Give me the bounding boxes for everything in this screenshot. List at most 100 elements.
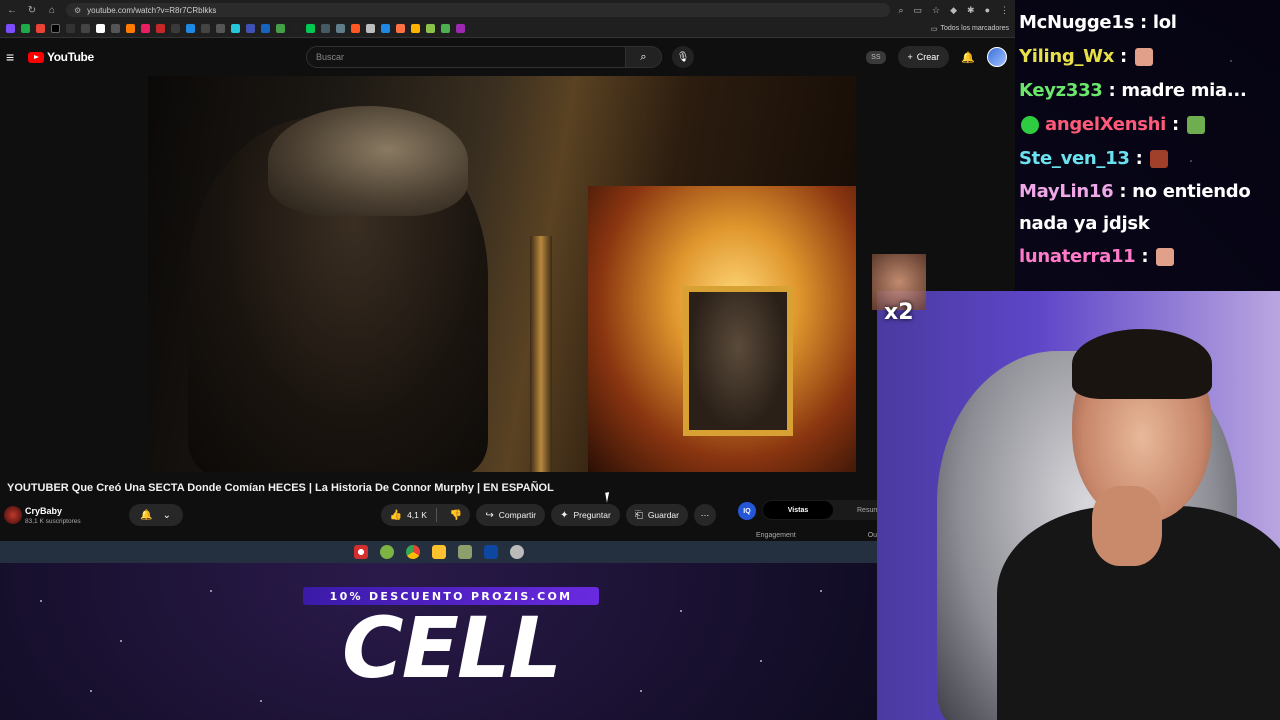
bookmark-icon[interactable] bbox=[126, 24, 135, 33]
chat-username: MayLin16 bbox=[1019, 181, 1114, 202]
bell-icon: 🔔 bbox=[140, 509, 153, 521]
ask-button[interactable]: ✦ Preguntar bbox=[551, 504, 620, 526]
bookmark-icon[interactable] bbox=[366, 24, 375, 33]
share-icon: ↪ bbox=[485, 509, 494, 521]
bookmark-icon[interactable] bbox=[321, 24, 330, 33]
ss-badge[interactable]: SS bbox=[866, 50, 886, 64]
bookmark-icon[interactable] bbox=[81, 24, 90, 33]
save-button[interactable]: ⎗ Guardar bbox=[625, 504, 688, 526]
bookmark-icon[interactable] bbox=[306, 24, 315, 33]
bookmark-icon[interactable] bbox=[66, 24, 75, 33]
account-avatar[interactable] bbox=[987, 47, 1007, 67]
bookmark-icon[interactable] bbox=[201, 24, 210, 33]
tab-resumen[interactable]: Resum bbox=[857, 507, 879, 514]
bookmark-star-icon[interactable]: ☆ bbox=[932, 5, 940, 16]
sponsor-logo: CELL bbox=[341, 599, 562, 697]
sparkle-icon: ✦ bbox=[560, 509, 569, 521]
channel-avatar[interactable] bbox=[4, 506, 22, 524]
video-frame-pillar bbox=[530, 236, 552, 472]
home-icon[interactable]: ⌂ bbox=[46, 5, 58, 16]
more-actions-button[interactable]: ⋯ bbox=[694, 504, 716, 526]
video-frame-cap bbox=[268, 106, 468, 216]
bookmark-icon[interactable] bbox=[51, 24, 60, 33]
search-input[interactable] bbox=[316, 52, 625, 62]
bookmarks-bar: ▭ Todos los marcadores bbox=[0, 20, 1015, 38]
taskbar bbox=[0, 541, 878, 563]
folder-icon[interactable] bbox=[432, 545, 446, 559]
share-button[interactable]: ↪ Compartir bbox=[476, 504, 546, 526]
bookmark-icon[interactable] bbox=[381, 24, 390, 33]
bookmark-icon[interactable] bbox=[141, 24, 150, 33]
bookmark-icon[interactable] bbox=[21, 24, 30, 33]
bookmark-icon[interactable] bbox=[96, 24, 105, 33]
chat-message: Keyz333 : madre mia... bbox=[1019, 74, 1276, 108]
bookmark-icon[interactable] bbox=[441, 24, 450, 33]
bookmark-icon[interactable] bbox=[396, 24, 405, 33]
like-icon[interactable]: 👍 bbox=[390, 510, 402, 521]
reload-icon[interactable]: ↻ bbox=[26, 5, 38, 16]
bookmark-icon[interactable] bbox=[276, 24, 285, 33]
address-bar: ← ↻ ⌂ ⚙ youtube.com/watch?v=R8r7CRblkks … bbox=[0, 0, 1015, 20]
streamer-hair bbox=[1072, 329, 1212, 399]
header-actions: SS + Crear 🔔 bbox=[866, 46, 1007, 68]
extensions-puzzle-icon[interactable]: ✱ bbox=[967, 5, 975, 16]
like-dislike-group: 👍 4,1 K 👎 bbox=[380, 504, 471, 526]
youtube-header: ≡ YouTube ⌕ 🎙 SS + Crear 🔔 bbox=[0, 38, 1015, 76]
create-button[interactable]: + Crear bbox=[897, 46, 950, 68]
channel-name[interactable]: CryBaby bbox=[25, 506, 81, 516]
zoom-icon[interactable]: ⌕ bbox=[898, 5, 903, 16]
chat-message: Ste_ven_13 : bbox=[1019, 142, 1276, 176]
bookmark-icon[interactable] bbox=[216, 24, 225, 33]
voice-search-button[interactable]: 🎙 bbox=[672, 46, 694, 68]
like-count[interactable]: 4,1 K bbox=[407, 510, 427, 520]
bookmark-icon[interactable] bbox=[336, 24, 345, 33]
notifications-bell-icon[interactable]: 🔔 bbox=[961, 51, 975, 64]
search-button[interactable]: ⌕ bbox=[626, 46, 662, 68]
install-icon[interactable]: ▭ bbox=[914, 5, 923, 16]
sponsor-discount-banner: 10% DESCUENTO PROZIS.COM bbox=[303, 587, 599, 605]
subscription-bell-button[interactable]: 🔔 ⌄ bbox=[128, 504, 183, 526]
bookmark-icon[interactable] bbox=[456, 24, 465, 33]
bookmark-icon[interactable] bbox=[261, 24, 270, 33]
profile-icon[interactable]: ● bbox=[985, 5, 990, 16]
tab-vistas[interactable]: Vistas bbox=[763, 501, 833, 519]
microphone-icon: 🎙 bbox=[676, 51, 690, 63]
bookmark-icon[interactable] bbox=[351, 24, 360, 33]
bookmark-icon[interactable] bbox=[171, 24, 180, 33]
youtube-logo[interactable]: YouTube bbox=[28, 50, 94, 64]
share-label: Compartir bbox=[498, 510, 537, 520]
bookmark-icon[interactable] bbox=[246, 24, 255, 33]
emote-icon bbox=[1134, 48, 1153, 66]
bookmark-icon[interactable] bbox=[426, 24, 435, 33]
bookmark-icon[interactable] bbox=[291, 24, 300, 33]
app-icon[interactable] bbox=[380, 545, 394, 559]
like-divider bbox=[435, 508, 437, 522]
chat-text: : madre mia... bbox=[1108, 80, 1247, 101]
url-field[interactable]: ⚙ youtube.com/watch?v=R8r7CRblkks bbox=[66, 3, 891, 17]
bookmark-icon[interactable] bbox=[186, 24, 195, 33]
chat-text: : lol bbox=[1139, 12, 1177, 33]
extension-icon[interactable]: ◆ bbox=[950, 5, 957, 16]
photoshop-icon[interactable] bbox=[484, 545, 498, 559]
bookmark-icon[interactable] bbox=[411, 24, 420, 33]
app-icon[interactable] bbox=[510, 545, 524, 559]
menu-icon[interactable]: ⋮ bbox=[1000, 5, 1009, 16]
all-bookmarks[interactable]: ▭ Todos los marcadores bbox=[931, 25, 1009, 33]
app-icon[interactable] bbox=[458, 545, 472, 559]
bookmark-icon[interactable] bbox=[231, 24, 240, 33]
video-player[interactable] bbox=[148, 76, 856, 472]
back-icon[interactable]: ← bbox=[6, 5, 18, 16]
app-icon[interactable] bbox=[354, 545, 368, 559]
site-info-icon[interactable]: ⚙ bbox=[74, 6, 81, 15]
chat-message: MayLin16 : no entiendo nada ya jdjsk bbox=[1019, 176, 1276, 240]
bookmark-icon[interactable] bbox=[156, 24, 165, 33]
vidiq-icon[interactable]: IQ bbox=[738, 502, 756, 520]
bookmark-icon[interactable] bbox=[6, 24, 15, 33]
dislike-icon[interactable]: 👎 bbox=[442, 510, 470, 521]
bookmark-icon[interactable] bbox=[36, 24, 45, 33]
chrome-icon[interactable] bbox=[406, 545, 420, 559]
emote-icon bbox=[1156, 248, 1175, 266]
bookmark-icon[interactable] bbox=[111, 24, 120, 33]
emote-icon bbox=[1186, 116, 1205, 134]
hamburger-menu-icon[interactable]: ≡ bbox=[6, 49, 20, 65]
